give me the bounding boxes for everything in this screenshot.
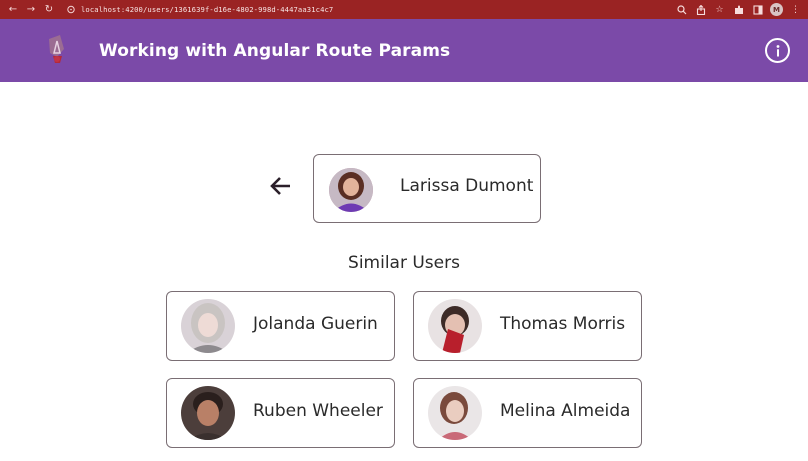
forward-icon[interactable]: →	[22, 0, 40, 19]
browser-bar: ← → ↻ localhost:4200/users/1361639f-d16e…	[0, 0, 808, 19]
similar-user-card[interactable]: Ruben Wheeler	[166, 378, 395, 448]
sidebar-icon[interactable]	[751, 3, 764, 16]
app-toolbar: Working with Angular Route Params	[0, 19, 808, 82]
arrow-left-icon[interactable]	[270, 176, 292, 196]
url-text: localhost:4200/users/1361639f-d16e-4802-…	[81, 5, 334, 14]
current-user-name: Larissa Dumont	[400, 176, 534, 196]
reload-icon[interactable]: ↻	[40, 0, 58, 19]
similar-user-name: Jolanda Guerin	[253, 314, 378, 334]
star-icon[interactable]: ☆	[713, 3, 726, 16]
similar-user-name: Melina Almeida	[500, 401, 631, 421]
similar-user-name: Thomas Morris	[500, 314, 626, 334]
profile-avatar[interactable]: M	[770, 3, 783, 16]
avatar	[329, 168, 373, 212]
lock-icon	[66, 5, 76, 15]
avatar	[428, 386, 482, 440]
avatar	[181, 299, 235, 353]
similar-user-card[interactable]: Jolanda Guerin	[166, 291, 395, 361]
avatar	[181, 386, 235, 440]
avatar	[428, 299, 482, 353]
app-title: Working with Angular Route Params	[99, 40, 451, 61]
similar-user-card[interactable]: Melina Almeida	[413, 378, 642, 448]
info-icon[interactable]	[765, 38, 790, 63]
current-user-card[interactable]: Larissa Dumont	[313, 154, 541, 223]
angular-logo-icon	[40, 33, 74, 67]
share-icon[interactable]	[694, 3, 707, 16]
extensions-icon[interactable]	[732, 3, 745, 16]
similar-user-name: Ruben Wheeler	[253, 401, 383, 421]
back-icon[interactable]: ←	[4, 0, 22, 19]
menu-icon[interactable]: ⋮	[789, 3, 802, 16]
similar-user-card[interactable]: Thomas Morris	[413, 291, 642, 361]
address-bar[interactable]: localhost:4200/users/1361639f-d16e-4802-…	[66, 0, 333, 19]
similar-users-title: Similar Users	[348, 253, 460, 273]
zoom-icon[interactable]	[675, 3, 688, 16]
